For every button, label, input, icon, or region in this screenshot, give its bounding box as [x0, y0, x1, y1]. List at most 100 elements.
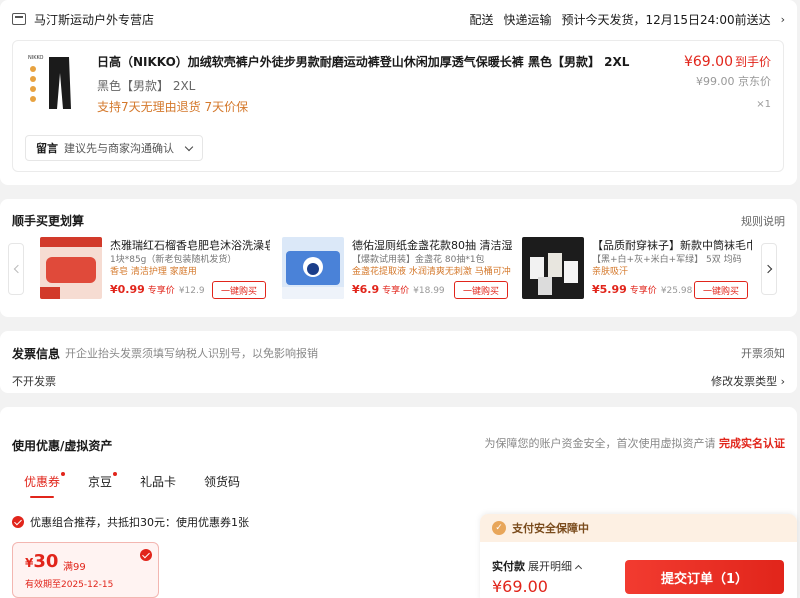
coupon-amount: ¥30 [25, 551, 58, 572]
store-header: 马汀斯运动户外专营店 配送 快递运输 预计今天发货，12月15日24:00前送达… [12, 4, 785, 34]
pay-amount: ¥69.00 [492, 577, 548, 596]
expand-details-toggle[interactable]: 展开明细 [528, 558, 583, 574]
carousel-prev-button[interactable] [8, 243, 24, 295]
recommend-highlight: 香皂 清洁护理 家庭用 [110, 267, 197, 277]
coupon-amount-value: 30 [33, 551, 59, 572]
badge-dot [61, 472, 66, 476]
chevron-left-icon [13, 264, 22, 274]
product-image[interactable] [522, 237, 584, 299]
check-circle-icon [12, 516, 24, 528]
invoice-card: 发票信息 开企业抬头发票须填写纳税人识别号，以免影响报销 开票须知 不开发票 修… [0, 331, 797, 393]
tab-jingdou[interactable]: 京豆 [88, 472, 118, 498]
modify-invoice-link[interactable]: 修改发票类型 › [711, 373, 785, 389]
order-item: NIKKO 日高（NIKKO）加绒软壳裤户外徒步男款耐磨运动裤登山休闲加厚透气保… [12, 40, 784, 172]
final-price-value: ¥69.00 [683, 54, 733, 70]
recommend-price: ¥5.99 专享价 ¥25.98 [592, 283, 692, 296]
price-value: ¥0.99 [110, 283, 145, 296]
chevron-right-icon: › [780, 375, 785, 388]
payment-guarantee-text: 支付安全保障中 [512, 522, 589, 535]
recommend-highlight: 亲肤吸汗 [592, 267, 629, 277]
pay-label: 实付款 [492, 560, 525, 573]
chevron-down-icon [184, 142, 194, 151]
store-name[interactable]: 马汀斯运动户外专营店 [34, 11, 154, 28]
tab-gift-card[interactable]: 礼品卡 [140, 473, 176, 498]
security-hint-text: 为保障您的账户资金安全，首次使用虚拟资产请 [484, 437, 716, 450]
carousel-next-button[interactable] [761, 243, 777, 295]
coupon-recommendation-text: 优惠组合推荐，共抵扣30元：使用优惠券1张 [30, 516, 249, 529]
price-value: ¥5.99 [592, 283, 627, 296]
invoice-value: 不开发票 [12, 375, 56, 388]
product-image[interactable] [40, 237, 102, 299]
delivery-info[interactable]: 配送 快递运输 预计今天发货，12月15日24:00前送达 › [469, 11, 785, 28]
tab-label: 京豆 [88, 475, 113, 489]
svg-text:NIKKO: NIKKO [28, 55, 43, 61]
product-thumbnail[interactable]: NIKKO [25, 51, 81, 113]
payment-panel: ✓ 支付安全保障中 实付款 展开明细 ¥69.00 提交订单（1） [480, 514, 797, 598]
chevron-right-icon: › [780, 12, 785, 26]
tab-label: 礼品卡 [140, 475, 177, 489]
chevron-up-icon [574, 564, 583, 573]
payment-guarantee: ✓ 支付安全保障中 [480, 514, 797, 542]
quick-buy-button[interactable]: 一键购买 [454, 281, 508, 299]
chevron-right-icon [763, 264, 772, 274]
check-circle-icon [140, 549, 152, 561]
recommend-product[interactable]: 杰雅瑞红石榴香皂肥皂沐浴洗澡皂 1块*85g（新老包装随机发货） 香皂 清洁护理… [40, 237, 270, 301]
delivery-eta: 预计今天发货，12月15日24:00前送达 [561, 12, 771, 27]
original-price: ¥18.99 [413, 286, 445, 296]
verify-identity-link[interactable]: 完成实名认证 [719, 437, 785, 450]
price-label: 专享价 [147, 286, 175, 296]
recommend-price: ¥0.99 专享价 ¥12.9 [110, 283, 205, 296]
asset-tabs: 优惠券 京豆 礼品卡 领货码 [24, 472, 240, 498]
tab-label: 领货码 [204, 475, 241, 489]
remark-placeholder: 建议先与商家沟通确认 [64, 142, 174, 155]
recommend-product[interactable]: 【品质耐穿袜子】新款中筒袜毛巾 【黑+白+灰+米白+军绿】 5双 均码 亲肤吸汗… [522, 237, 752, 301]
tab-coupons[interactable]: 优惠券 [24, 472, 66, 498]
store-icon [12, 13, 26, 25]
recommend-card: 顺手买更划算 规则说明 杰雅瑞红石榴香皂肥皂沐浴洗澡皂 1块*85g（新老包装随… [0, 199, 797, 317]
quick-buy-button[interactable]: 一键购买 [212, 281, 266, 299]
recommend-title: 顺手买更划算 [12, 214, 85, 228]
coupon-expiry: 有效期至2025-12-15 [25, 580, 114, 590]
coupon-recommendation[interactable]: 优惠组合推荐，共抵扣30元：使用优惠券1张 [12, 514, 249, 530]
recommend-title[interactable]: 德佑湿厕纸金盏花款80抽 清洁湿纸 [352, 237, 512, 253]
submit-order-button[interactable]: 提交订单（1） [625, 560, 784, 594]
final-price: ¥69.00 到手价 [684, 53, 771, 70]
original-price: ¥25.98 [660, 286, 693, 296]
tab-label: 优惠券 [24, 475, 61, 489]
quick-buy-button[interactable]: 一键购买 [694, 281, 748, 299]
invoice-notice-link[interactable]: 开票须知 [741, 345, 785, 361]
recommend-title[interactable]: 【品质耐穿袜子】新款中筒袜毛巾 [592, 237, 752, 253]
price-box: ¥69.00 到手价 ¥99.00 京东价 ×1 [684, 53, 771, 110]
remark-dropdown[interactable]: 留言 建议先与商家沟通确认 [25, 135, 203, 161]
remark-label: 留言 [36, 142, 58, 155]
delivery-method: 快递运输 [503, 12, 552, 27]
coupon-condition: 满99 [63, 562, 86, 573]
modify-invoice-label: 修改发票类型 [711, 375, 778, 388]
product-spec: 黑色【男款】 2XL [97, 79, 196, 93]
coupon-title: 使用优惠/虚拟资产 [12, 439, 113, 453]
original-price: ¥99.00 京东价 [696, 75, 771, 88]
rules-link[interactable]: 规则说明 [741, 213, 785, 229]
tab-pickup-code[interactable]: 领货码 [204, 473, 240, 498]
product-title[interactable]: 日高（NIKKO）加绒软壳裤户外徒步男款耐磨运动裤登山休闲加厚透气保暖长裤 黑色… [97, 53, 629, 70]
recommend-title[interactable]: 杰雅瑞红石榴香皂肥皂沐浴洗澡皂 [110, 237, 270, 253]
recommend-product[interactable]: 德佑湿厕纸金盏花款80抽 清洁湿纸 【爆款试用装】金盏花 80抽*1包 金盏花提… [282, 237, 512, 301]
expand-details-label: 展开明细 [528, 560, 572, 573]
price-label: 专享价 [629, 286, 657, 296]
final-price-tag: 到手价 [734, 55, 771, 69]
security-hint: 为保障您的账户资金安全，首次使用虚拟资产请 完成实名认证 [485, 435, 786, 451]
product-image[interactable] [282, 237, 344, 299]
price-label: 专享价 [382, 286, 410, 296]
recommend-highlight: 金盏花提取液 水润清爽无刺激 马桶可冲 [352, 267, 511, 277]
store-card: 马汀斯运动户外专营店 配送 快递运输 预计今天发货，12月15日24:00前送达… [0, 0, 797, 185]
invoice-title: 发票信息 [12, 347, 61, 361]
invoice-hint: 开企业抬头发票须填写纳税人识别号，以免影响报销 [65, 347, 318, 360]
recommend-price: ¥6.9 专享价 ¥18.99 [352, 283, 445, 296]
price-value: ¥6.9 [352, 283, 380, 296]
product-guarantee: 支持7天无理由退货 7天价保 [97, 100, 249, 114]
coupon-ticket[interactable]: ¥30 满99 有效期至2025-12-15 [12, 542, 159, 598]
quantity: ×1 [756, 99, 771, 110]
original-price: ¥12.9 [178, 286, 205, 296]
shield-icon: ✓ [492, 521, 506, 535]
badge-dot [113, 472, 118, 476]
